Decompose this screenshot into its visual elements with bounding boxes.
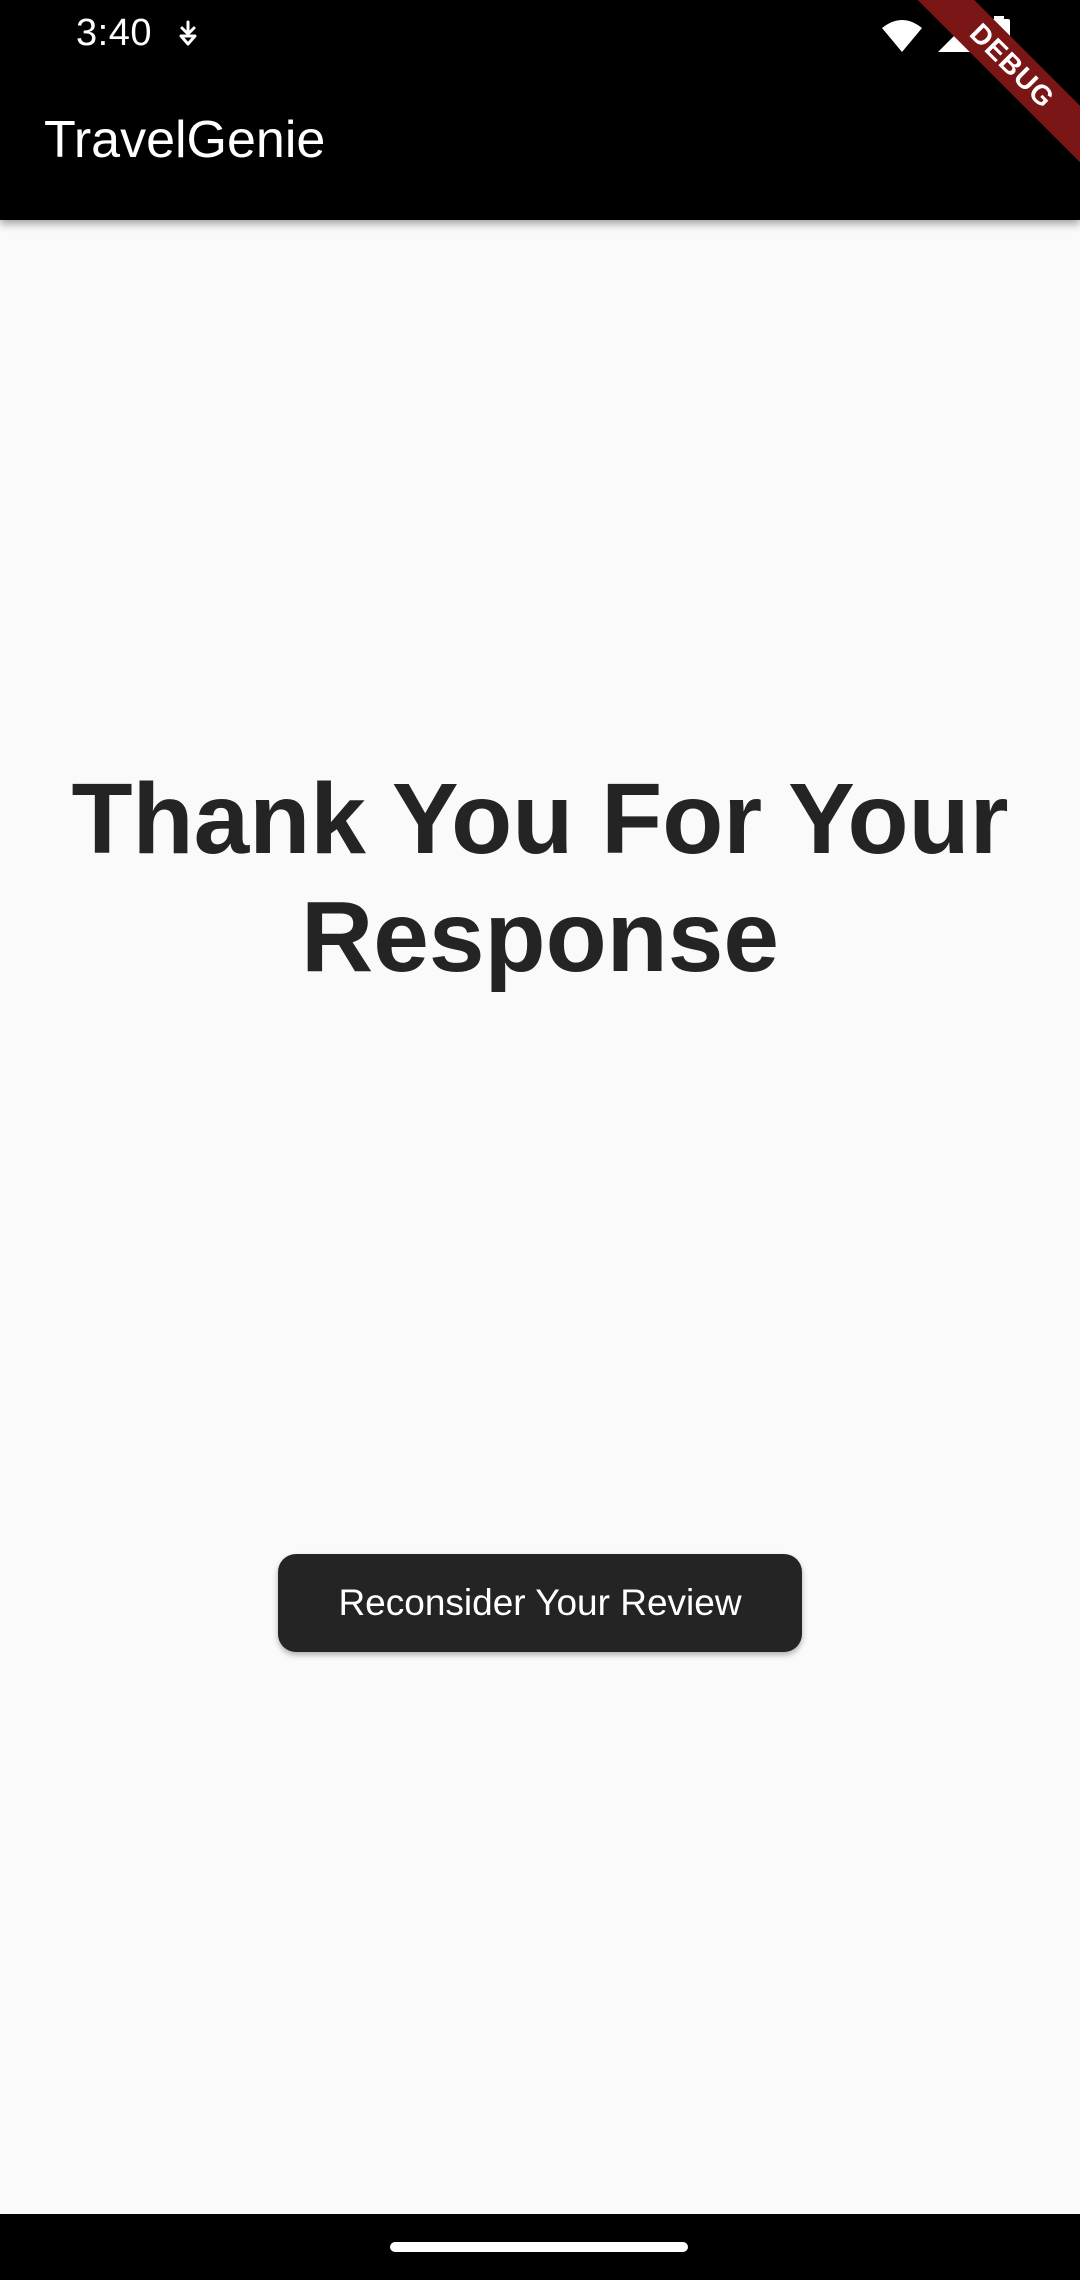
status-time: 3:40 <box>76 12 152 54</box>
signal-icon <box>938 18 972 54</box>
screen: 3:40 TravelGenie DEBUG Thank You For You… <box>0 0 1080 2280</box>
wifi-icon <box>882 18 922 54</box>
app-title: TravelGenie <box>44 111 326 169</box>
app-bar: TravelGenie <box>0 72 1080 220</box>
thank-you-message: Thank You For Your Response <box>71 763 1009 993</box>
status-icons <box>882 16 1010 56</box>
app-notification-icon <box>172 18 204 50</box>
reconsider-review-button[interactable]: Reconsider Your Review <box>278 1554 802 1652</box>
status-bar: 3:40 <box>0 0 1080 72</box>
battery-icon <box>988 16 1010 56</box>
home-gesture-handle[interactable] <box>390 2242 688 2252</box>
navigation-bar <box>0 2214 1080 2280</box>
